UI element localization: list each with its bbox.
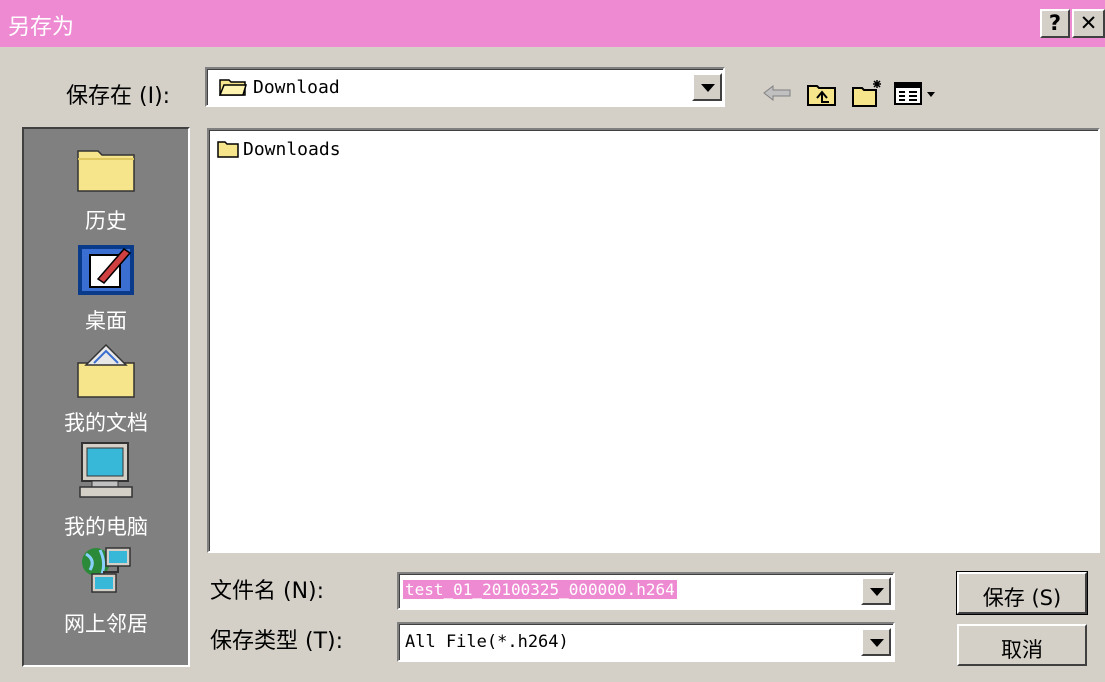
save-button-label: 保存 (S) <box>982 586 1062 610</box>
open-folder-icon <box>219 79 247 96</box>
title-bar[interactable]: 另存为 ? ✕ <box>0 0 1105 47</box>
history-folder-icon <box>77 150 135 192</box>
up-folder-icon[interactable] <box>805 78 839 108</box>
back-arrow-icon[interactable] <box>760 78 794 108</box>
places-label: 我的文档 <box>64 411 148 435</box>
my-computer-icon <box>79 442 133 498</box>
places-my-documents[interactable]: 我的文档 <box>24 341 188 441</box>
cancel-button-label: 取消 <box>1001 638 1043 662</box>
filename-dropdown-button[interactable] <box>861 577 891 605</box>
filetype-value: All File(*.h264) <box>405 632 569 652</box>
save-in-dropdown-button[interactable] <box>692 73 722 101</box>
places-history[interactable]: 历史 <box>24 139 188 239</box>
new-folder-icon[interactable] <box>850 78 884 108</box>
dialog-title: 另存为 <box>8 15 75 40</box>
view-menu-icon[interactable] <box>893 78 943 108</box>
cancel-button[interactable]: 取消 <box>957 624 1087 666</box>
save-in-label: 保存在 (I): <box>66 84 171 109</box>
filetype-dropdown-button[interactable] <box>861 628 891 656</box>
filetype-label: 保存类型 (T): <box>210 629 344 654</box>
help-button[interactable]: ? <box>1040 9 1070 38</box>
filename-label: 文件名 (N): <box>210 579 325 604</box>
list-item[interactable]: Downloads <box>217 138 341 160</box>
places-my-computer[interactable]: 我的电脑 <box>24 441 188 541</box>
file-list[interactable]: Downloads <box>207 128 1100 553</box>
network-icon <box>82 547 131 601</box>
desktop-icon <box>78 245 134 295</box>
places-label: 网上邻居 <box>64 612 148 636</box>
places-network[interactable]: 网上邻居 <box>24 544 188 644</box>
places-label: 桌面 <box>85 309 127 333</box>
places-bar: 历史 桌面 我的文档 我的电脑 网上邻居 <box>22 127 190 667</box>
filename-input[interactable]: test_01_20100325_000000.h264 <box>403 580 677 599</box>
filetype-dropdown[interactable]: All File(*.h264) <box>397 622 895 662</box>
file-name: Downloads <box>243 138 341 160</box>
folder-icon <box>217 141 239 158</box>
save-in-value: Download <box>253 77 340 98</box>
save-in-dropdown[interactable]: Download <box>205 67 725 107</box>
my-documents-icon <box>77 343 135 398</box>
places-label: 我的电脑 <box>64 515 148 539</box>
filename-combobox[interactable]: test_01_20100325_000000.h264 <box>397 572 895 610</box>
places-label: 历史 <box>85 209 127 233</box>
close-button[interactable]: ✕ <box>1072 9 1105 38</box>
save-button[interactable]: 保存 (S) <box>956 571 1088 615</box>
places-desktop[interactable]: 桌面 <box>24 241 188 341</box>
